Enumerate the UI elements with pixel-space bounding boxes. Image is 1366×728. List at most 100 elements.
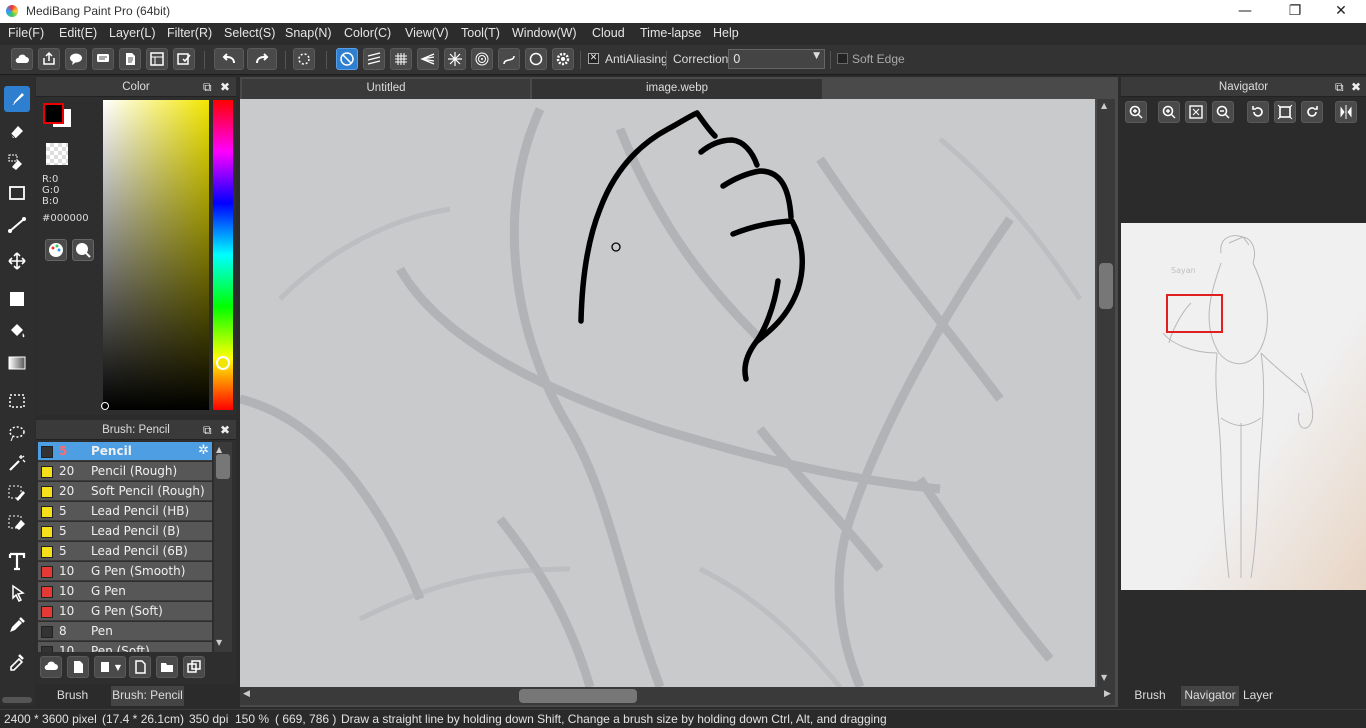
bucket-tool-icon[interactable] (4, 318, 30, 344)
restore-button[interactable]: ❐ (1272, 0, 1318, 23)
sv-picker-cursor[interactable] (101, 402, 109, 410)
scroll-down-icon[interactable]: ▼ (216, 638, 222, 647)
eyedropper-tool-icon[interactable] (4, 612, 30, 638)
saturation-value-picker[interactable] (103, 100, 209, 410)
drawing-canvas[interactable] (240, 99, 1095, 687)
reset-view-icon[interactable] (1274, 101, 1296, 123)
navigator-thumbnail[interactable]: Sayan (1121, 223, 1366, 590)
brush-list-scrollbar[interactable]: ▲ ▼ (214, 442, 232, 652)
menu-snap[interactable]: Snap(N) (285, 26, 332, 40)
circle-snap-icon[interactable] (525, 48, 547, 70)
snap-settings-icon[interactable] (293, 48, 315, 70)
operation-tool-icon[interactable] (4, 580, 30, 606)
redo-icon[interactable] (247, 48, 277, 70)
correction-select[interactable]: 0 ▼ (728, 49, 825, 69)
tab-brush-size[interactable]: Brush Size (1121, 686, 1179, 721)
lasso-tool-icon[interactable] (4, 420, 30, 446)
snap-off-icon[interactable] (336, 48, 358, 70)
duplicate-icon[interactable] (183, 656, 205, 678)
tab-navigator[interactable]: Navigator (1181, 686, 1239, 706)
move-tool-icon[interactable] (4, 248, 30, 274)
brush-list-item[interactable]: 5 Lead Pencil (HB) (38, 502, 212, 521)
rotate-left-icon[interactable] (1247, 101, 1269, 123)
scroll-down-icon[interactable]: ▼ (1101, 673, 1107, 682)
document-icon[interactable] (119, 48, 141, 70)
vertical-scroll-thumb[interactable] (1099, 263, 1113, 309)
grid-snap-icon[interactable] (390, 48, 412, 70)
brush-settings-icon[interactable] (129, 656, 151, 678)
perspective-snap-icon[interactable] (417, 48, 439, 70)
tab-image-webp[interactable]: image.webp (532, 79, 822, 99)
parallel-snap-icon[interactable] (363, 48, 385, 70)
brush-list-item[interactable]: 10 G Pen (38, 582, 212, 601)
soft-edge-checkbox[interactable] (837, 53, 848, 64)
antialiasing-checkbox[interactable]: ✕ (588, 53, 599, 64)
foreground-color-swatch[interactable] (43, 103, 64, 124)
tab-layer[interactable]: Layer (1241, 686, 1275, 706)
select-pen-tool-icon[interactable] (4, 480, 30, 506)
radial-snap-icon[interactable] (444, 48, 466, 70)
palette-icon[interactable] (45, 239, 67, 261)
brush-list-item[interactable]: 5 Pencil ✲ (38, 442, 212, 461)
share-icon[interactable] (38, 48, 60, 70)
menu-view[interactable]: View(V) (405, 26, 449, 40)
select-eraser-tool-icon[interactable] (4, 150, 30, 176)
close-panel-icon[interactable]: ✖ (1351, 77, 1361, 97)
new-brush-icon[interactable] (67, 656, 89, 678)
concentric-snap-icon[interactable] (471, 48, 493, 70)
brush-list-item[interactable]: 5 Lead Pencil (B) (38, 522, 212, 541)
zoom-out-icon[interactable] (1212, 101, 1234, 123)
scroll-up-icon[interactable]: ▲ (1101, 101, 1107, 110)
menu-select[interactable]: Select(S) (224, 26, 275, 40)
eraser-tool-icon[interactable] (4, 118, 30, 144)
tab-untitled[interactable]: Untitled (242, 79, 530, 99)
hue-slider-handle[interactable] (216, 356, 230, 370)
undock-icon[interactable]: ⧉ (203, 77, 212, 97)
rotate-right-icon[interactable] (1301, 101, 1323, 123)
brush-list-item[interactable]: 10 G Pen (Soft) (38, 602, 212, 621)
minimize-button[interactable]: — (1222, 0, 1268, 23)
text-tool-icon[interactable] (4, 548, 30, 574)
comment-icon[interactable] (92, 48, 114, 70)
add-brush-dropdown-icon[interactable]: ▼ (94, 656, 126, 678)
tool-palette-scroll[interactable] (2, 697, 32, 703)
transparent-color-swatch[interactable] (46, 143, 68, 165)
line-tool-icon[interactable] (4, 212, 30, 238)
tab-brush-control[interactable]: Brush Control (36, 686, 109, 721)
brush-list-item[interactable]: 5 Lead Pencil (6B) (38, 542, 212, 561)
menu-color[interactable]: Color(C) (344, 26, 391, 40)
panel-layout-icon[interactable] (146, 48, 168, 70)
fill-rect-tool-icon[interactable] (4, 286, 30, 312)
rectangle-tool-icon[interactable] (4, 180, 30, 206)
close-button[interactable]: ✕ (1318, 0, 1364, 23)
brush-tool-icon[interactable] (4, 86, 30, 112)
menu-help[interactable]: Help (713, 26, 739, 40)
scroll-thumb[interactable] (216, 454, 230, 479)
canvas-vertical-scrollbar[interactable]: ▲ ▼ (1097, 99, 1115, 687)
scroll-left-icon[interactable]: ◀ (243, 689, 250, 699)
undock-icon[interactable]: ⧉ (1335, 77, 1344, 97)
undo-icon[interactable] (214, 48, 244, 70)
gear-icon[interactable] (552, 48, 574, 70)
menu-layer[interactable]: Layer(L) (109, 26, 156, 40)
brush-list-item[interactable]: 20 Soft Pencil (Rough) (38, 482, 212, 501)
horizontal-scroll-thumb[interactable] (519, 689, 637, 703)
fit-to-window-icon[interactable] (1185, 101, 1207, 123)
brush-list-item[interactable]: 20 Pencil (Rough) (38, 462, 212, 481)
scroll-right-icon[interactable]: ▶ (1104, 689, 1111, 699)
menu-timelapse[interactable]: Time-lapse (640, 26, 701, 40)
zoom-in-icon[interactable] (1158, 101, 1180, 123)
menu-window[interactable]: Window(W) (512, 26, 577, 40)
menu-cloud[interactable]: Cloud (592, 26, 625, 40)
gradient-tool-icon[interactable] (4, 350, 30, 376)
scroll-up-icon[interactable]: ▲ (216, 445, 222, 454)
undock-icon[interactable]: ⧉ (203, 420, 212, 440)
menu-edit[interactable]: Edit(E) (59, 26, 97, 40)
cloud-brush-icon[interactable] (40, 656, 62, 678)
tab-brush-pencil[interactable]: Brush: Pencil (111, 686, 184, 706)
brush-settings-gear-icon[interactable]: ✲ (198, 443, 209, 458)
zoom-in-navigator-icon[interactable] (1125, 101, 1147, 123)
flip-horizontal-icon[interactable] (1335, 101, 1357, 123)
close-panel-icon[interactable]: ✖ (220, 420, 230, 440)
brush-list-item[interactable]: 8 Pen (38, 622, 212, 641)
